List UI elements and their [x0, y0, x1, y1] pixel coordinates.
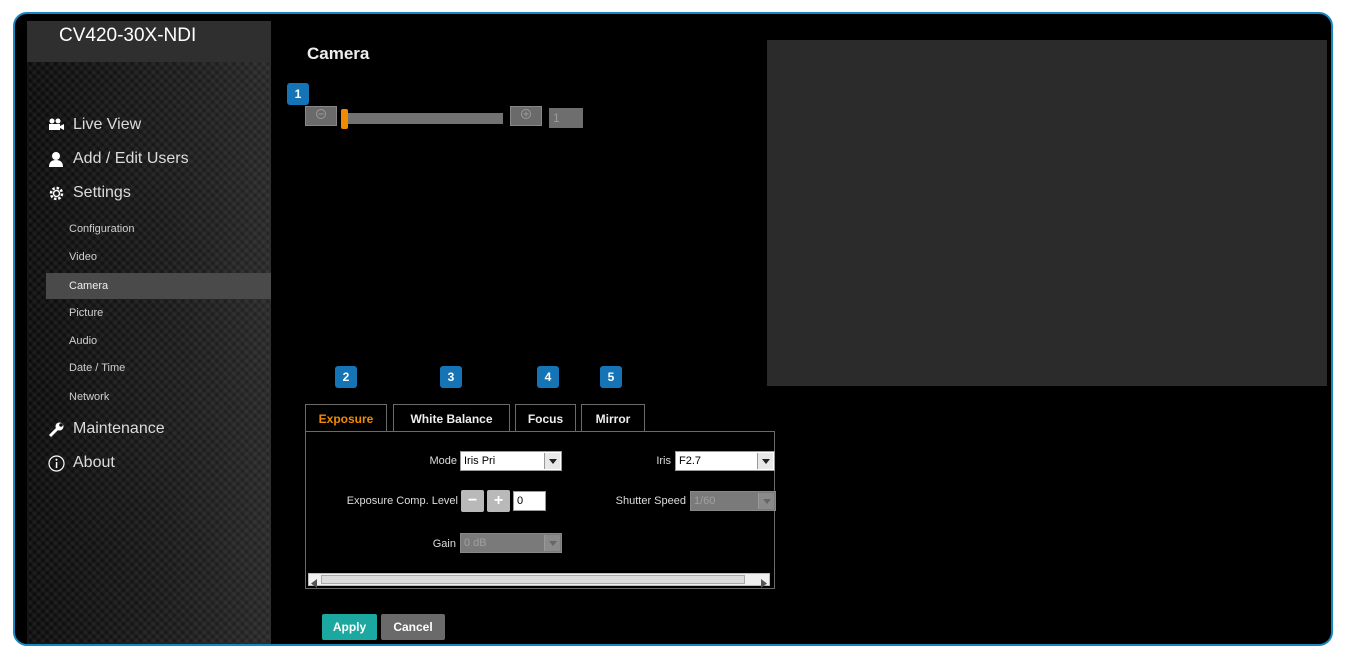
- scroll-right-arrow-icon[interactable]: [761, 575, 767, 593]
- nav-add-edit-users[interactable]: Add / Edit Users: [47, 150, 189, 168]
- device-model-title: CV420-30X-NDI: [27, 21, 271, 62]
- settings-item-camera[interactable]: Camera: [46, 273, 271, 299]
- nav-settings-label: Settings: [73, 184, 131, 201]
- scrollbar-thumb[interactable]: [321, 575, 745, 584]
- shutter-speed-select[interactable]: 1/60: [690, 491, 776, 511]
- settings-item-video[interactable]: Video: [69, 251, 97, 263]
- mode-label: Mode: [429, 455, 457, 467]
- gear-icon: [47, 184, 65, 202]
- video-camera-icon: [47, 116, 65, 134]
- info-icon: [47, 454, 65, 472]
- nav-about[interactable]: About: [47, 454, 115, 472]
- iris-select[interactable]: F2.7: [675, 451, 775, 471]
- dropdown-arrow-icon: [544, 453, 560, 469]
- callout-badge-5: 5: [600, 366, 622, 388]
- iris-select-value: F2.7: [679, 455, 702, 467]
- tab-mirror[interactable]: Mirror: [581, 404, 645, 432]
- tab-focus[interactable]: Focus: [515, 404, 576, 432]
- comp-value-input[interactable]: 0: [513, 491, 546, 511]
- nav-about-label: About: [73, 454, 115, 471]
- zoom-in-button[interactable]: [510, 106, 542, 126]
- nav-live-view-label: Live View: [73, 116, 142, 133]
- user-icon: [47, 150, 65, 168]
- zoom-value-field[interactable]: 1: [549, 108, 583, 128]
- gain-label: Gain: [432, 538, 456, 550]
- settings-item-configuration[interactable]: Configuration: [69, 223, 134, 235]
- sidebar: CV420-30X-NDI Live View Add / Edit Users…: [27, 21, 271, 644]
- callout-badge-4: 4: [537, 366, 559, 388]
- settings-item-network[interactable]: Network: [69, 391, 109, 403]
- comp-increase-button[interactable]: +: [487, 490, 510, 512]
- settings-item-audio[interactable]: Audio: [69, 335, 97, 347]
- cancel-button[interactable]: Cancel: [381, 614, 445, 640]
- video-preview: [767, 40, 1327, 386]
- mode-select-value: Iris Pri: [464, 455, 496, 467]
- zoom-in-icon: [520, 107, 532, 125]
- zoom-slider-handle[interactable]: [341, 109, 348, 129]
- exposure-panel: Mode Iris Pri Iris F2.7 Exposure Comp. L…: [305, 431, 776, 589]
- wrench-icon: [47, 420, 65, 438]
- dropdown-arrow-icon: [544, 535, 560, 551]
- comp-decrease-button[interactable]: −: [461, 490, 484, 512]
- shutter-speed-label: Shutter Speed: [615, 495, 686, 507]
- exposure-comp-label: Exposure Comp. Level: [346, 495, 458, 507]
- apply-button[interactable]: Apply: [322, 614, 377, 640]
- mode-select[interactable]: Iris Pri: [460, 451, 562, 471]
- settings-item-picture[interactable]: Picture: [69, 307, 103, 319]
- horizontal-scrollbar[interactable]: [308, 573, 770, 588]
- callout-badge-1: 1: [287, 83, 309, 105]
- dropdown-arrow-icon: [757, 453, 773, 469]
- nav-maintenance[interactable]: Maintenance: [47, 420, 165, 438]
- app-frame: CV420-30X-NDI Live View Add / Edit Users…: [13, 12, 1333, 646]
- scroll-left-arrow-icon[interactable]: [311, 575, 317, 593]
- tab-exposure[interactable]: Exposure: [305, 404, 387, 434]
- nav-maintenance-label: Maintenance: [73, 420, 165, 437]
- gain-select[interactable]: 0 dB: [460, 533, 562, 553]
- zoom-out-button[interactable]: [305, 106, 337, 126]
- callout-badge-3: 3: [440, 366, 462, 388]
- settings-item-date-time[interactable]: Date / Time: [69, 362, 125, 374]
- tab-white-balance[interactable]: White Balance: [393, 404, 510, 432]
- shutter-speed-value: 1/60: [694, 495, 716, 507]
- dropdown-arrow-icon: [758, 493, 774, 509]
- nav-add-edit-users-label: Add / Edit Users: [73, 150, 189, 167]
- zoom-out-icon: [315, 107, 327, 125]
- page-title: Camera: [307, 44, 370, 63]
- gain-select-value: 0 dB: [464, 537, 487, 549]
- iris-label: Iris: [656, 455, 671, 467]
- nav-live-view[interactable]: Live View: [47, 116, 141, 134]
- nav-settings[interactable]: Settings: [47, 184, 131, 202]
- callout-badge-2: 2: [335, 366, 357, 388]
- zoom-slider-track[interactable]: [341, 113, 503, 124]
